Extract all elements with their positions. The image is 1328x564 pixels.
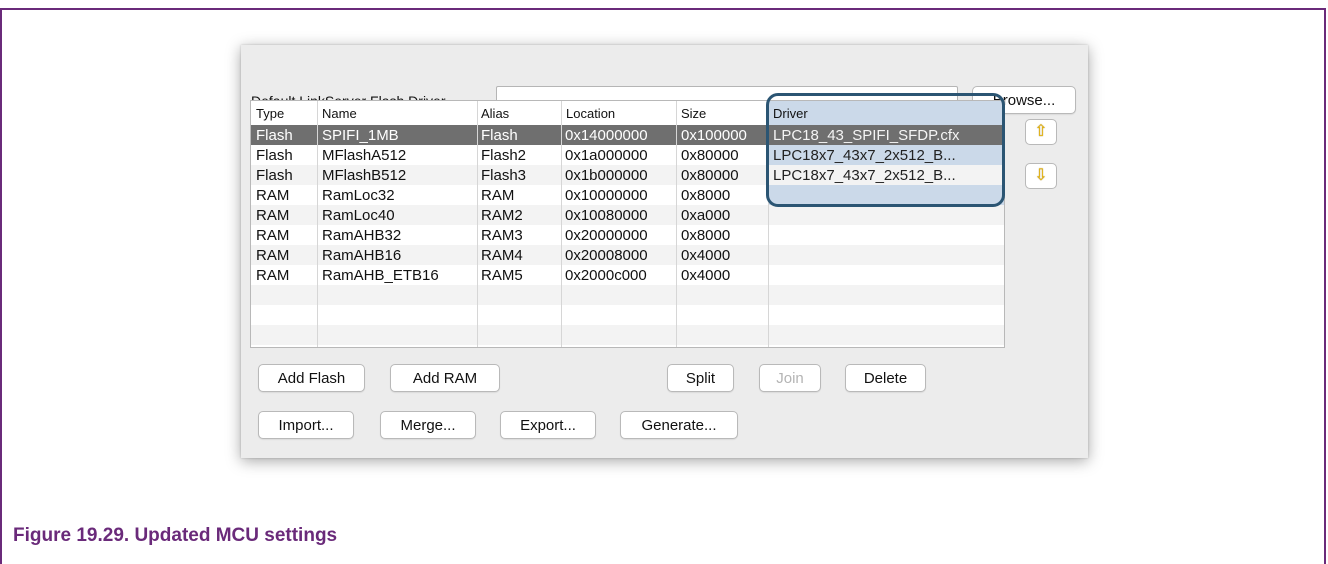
- cell-size: 0x8000: [681, 187, 731, 204]
- cell-location: 0x10000000: [565, 187, 648, 204]
- cell-name: RamAHB_ETB16: [322, 267, 439, 284]
- header-alias[interactable]: Alias: [481, 106, 509, 121]
- cell-name: RamLoc40: [322, 207, 395, 224]
- cell-size: 0x80000: [681, 167, 739, 184]
- cell-alias: RAM5: [481, 267, 523, 284]
- cell-alias: RAM3: [481, 227, 523, 244]
- move-up-button[interactable]: ⇧: [1025, 119, 1057, 145]
- cell-name: RamLoc32: [322, 187, 395, 204]
- cell-alias: RAM: [481, 187, 515, 204]
- export-button[interactable]: Export...: [500, 411, 596, 439]
- cell-alias: Flash: [481, 127, 518, 144]
- cell-type: Flash: [256, 147, 293, 164]
- cell-size: 0x100000: [681, 127, 747, 144]
- table-row-empty: [251, 305, 1004, 325]
- cell-type: Flash: [256, 127, 293, 144]
- cell-location: 0x20000000: [565, 227, 648, 244]
- add-flash-button[interactable]: Add Flash: [258, 364, 365, 392]
- table-row[interactable]: RAM RamAHB32 RAM3 0x20000000 0x8000: [251, 225, 1004, 245]
- cell-size: 0x80000: [681, 147, 739, 164]
- column-divider: [676, 101, 677, 347]
- header-type[interactable]: Type: [256, 106, 284, 121]
- table-row[interactable]: RAM RamAHB_ETB16 RAM5 0x2000c000 0x4000: [251, 265, 1004, 285]
- header-size[interactable]: Size: [681, 106, 706, 121]
- split-button[interactable]: Split: [667, 364, 734, 392]
- cell-name: MFlashA512: [322, 147, 407, 164]
- import-button[interactable]: Import...: [258, 411, 354, 439]
- cell-location: 0x10080000: [565, 207, 648, 224]
- cell-type: RAM: [256, 187, 290, 204]
- move-up-icon: ⇧: [1034, 123, 1048, 140]
- cell-location: 0x1b000000: [565, 167, 648, 184]
- driver-column-callout: [766, 93, 1005, 207]
- table-row-empty: [251, 325, 1004, 345]
- delete-button[interactable]: Delete: [845, 364, 926, 392]
- cell-type: RAM: [256, 267, 290, 284]
- header-location[interactable]: Location: [566, 106, 615, 121]
- cell-name: SPIFI_1MB: [322, 127, 399, 144]
- cell-name: RamAHB16: [322, 247, 402, 264]
- cell-alias: Flash2: [481, 147, 527, 164]
- cell-type: Flash: [256, 167, 293, 184]
- move-down-icon: ⇩: [1034, 167, 1048, 184]
- add-ram-button[interactable]: Add RAM: [390, 364, 500, 392]
- cell-size: 0x4000: [681, 267, 731, 284]
- cell-location: 0x2000c000: [565, 267, 647, 284]
- cell-location: 0x20008000: [565, 247, 648, 264]
- join-button[interactable]: Join: [759, 364, 821, 392]
- cell-location: 0x14000000: [565, 127, 648, 144]
- figure-caption: Figure 19.29. Updated MCU settings: [13, 525, 338, 546]
- cell-alias: RAM2: [481, 207, 523, 224]
- cell-location: 0x1a000000: [565, 147, 648, 164]
- cell-type: RAM: [256, 207, 290, 224]
- move-down-button[interactable]: ⇩: [1025, 163, 1057, 189]
- cell-name: MFlashB512: [322, 167, 407, 184]
- cell-size: 0x4000: [681, 247, 731, 264]
- table-row[interactable]: RAM RamLoc40 RAM2 0x10080000 0xa000: [251, 205, 1004, 225]
- column-divider: [477, 101, 478, 347]
- column-divider: [317, 101, 318, 347]
- table-row[interactable]: RAM RamAHB16 RAM4 0x20008000 0x4000: [251, 245, 1004, 265]
- cell-name: RamAHB32: [322, 227, 402, 244]
- cell-size: 0x8000: [681, 227, 731, 244]
- cell-alias: Flash3: [481, 167, 527, 184]
- cell-size: 0xa000: [681, 207, 731, 224]
- generate-button[interactable]: Generate...: [620, 411, 738, 439]
- merge-button[interactable]: Merge...: [380, 411, 476, 439]
- table-row-empty: [251, 285, 1004, 305]
- column-divider: [561, 101, 562, 347]
- cell-type: RAM: [256, 247, 290, 264]
- cell-type: RAM: [256, 227, 290, 244]
- header-name[interactable]: Name: [322, 106, 357, 121]
- cell-alias: RAM4: [481, 247, 523, 264]
